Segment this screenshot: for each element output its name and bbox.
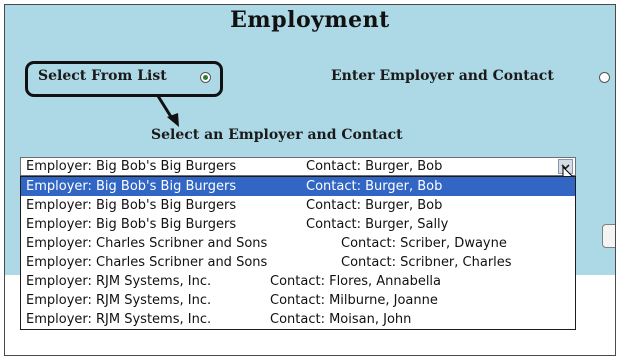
radio-selected-icon[interactable] — [200, 72, 211, 83]
list-item-employer: Employer: Charles Scribner and Sons — [26, 236, 268, 251]
list-item[interactable]: Employer: RJM Systems, Inc. Contact: Moi… — [21, 310, 575, 329]
list-item[interactable]: Employer: Big Bob's Big Burgers Contact:… — [21, 177, 575, 196]
list-item-employer: Employer: RJM Systems, Inc. — [26, 312, 212, 327]
list-item-employer: Employer: Big Bob's Big Burgers — [26, 179, 237, 194]
list-item-contact: Contact: Burger, Sally — [306, 217, 449, 232]
page-title: Employment — [230, 7, 390, 33]
list-item-employer: Employer: Big Bob's Big Burgers — [26, 217, 237, 232]
list-item[interactable]: Employer: Charles Scribner and Sons Cont… — [21, 234, 575, 253]
list-item-employer: Employer: RJM Systems, Inc. — [26, 293, 212, 308]
enter-employer-label: Enter Employer and Contact — [331, 68, 554, 84]
list-item-contact: Contact: Burger, Bob — [306, 198, 443, 213]
list-item-contact: Contact: Scriber, Dwayne — [341, 236, 507, 251]
list-item-contact: Contact: Flores, Annabella — [270, 274, 442, 289]
subheading: Select an Employer and Contact — [151, 127, 403, 143]
list-item-contact: Contact: Scribner, Charles — [341, 255, 512, 270]
select-from-list-label: Select From List — [38, 68, 167, 84]
employer-contact-select[interactable]: Employer: Big Bob's Big Burgers Contact:… — [20, 157, 576, 176]
list-item[interactable]: Employer: Big Bob's Big Burgers Contact:… — [21, 215, 575, 234]
list-item-employer: Employer: Charles Scribner and Sons — [26, 255, 268, 270]
list-item[interactable]: Employer: RJM Systems, Inc. Contact: Flo… — [21, 272, 575, 291]
arrow-down-icon — [156, 94, 179, 127]
list-item[interactable]: Employer: Charles Scribner and Sons Cont… — [21, 253, 575, 272]
list-item-contact: Contact: Moisan, John — [270, 312, 412, 327]
employment-window: Employment Select From List Enter Employ… — [4, 4, 616, 356]
list-item[interactable]: Employer: Big Bob's Big Burgers Contact:… — [21, 196, 575, 215]
list-item[interactable]: Employer: RJM Systems, Inc. Contact: Mil… — [21, 291, 575, 310]
list-item-employer: Employer: Big Bob's Big Burgers — [26, 198, 237, 213]
selected-employer: Employer: Big Bob's Big Burgers — [26, 159, 237, 174]
partially-hidden-button[interactable] — [602, 224, 615, 248]
list-item-contact: Contact: Milburne, Joanne — [270, 293, 438, 308]
list-item-employer: Employer: RJM Systems, Inc. — [26, 274, 212, 289]
radio-unselected-icon[interactable] — [599, 72, 610, 83]
selected-contact: Contact: Burger, Bob — [306, 159, 443, 174]
dropdown-list: Employer: Big Bob's Big Burgers Contact:… — [20, 176, 576, 330]
list-item-contact: Contact: Burger, Bob — [306, 179, 443, 194]
